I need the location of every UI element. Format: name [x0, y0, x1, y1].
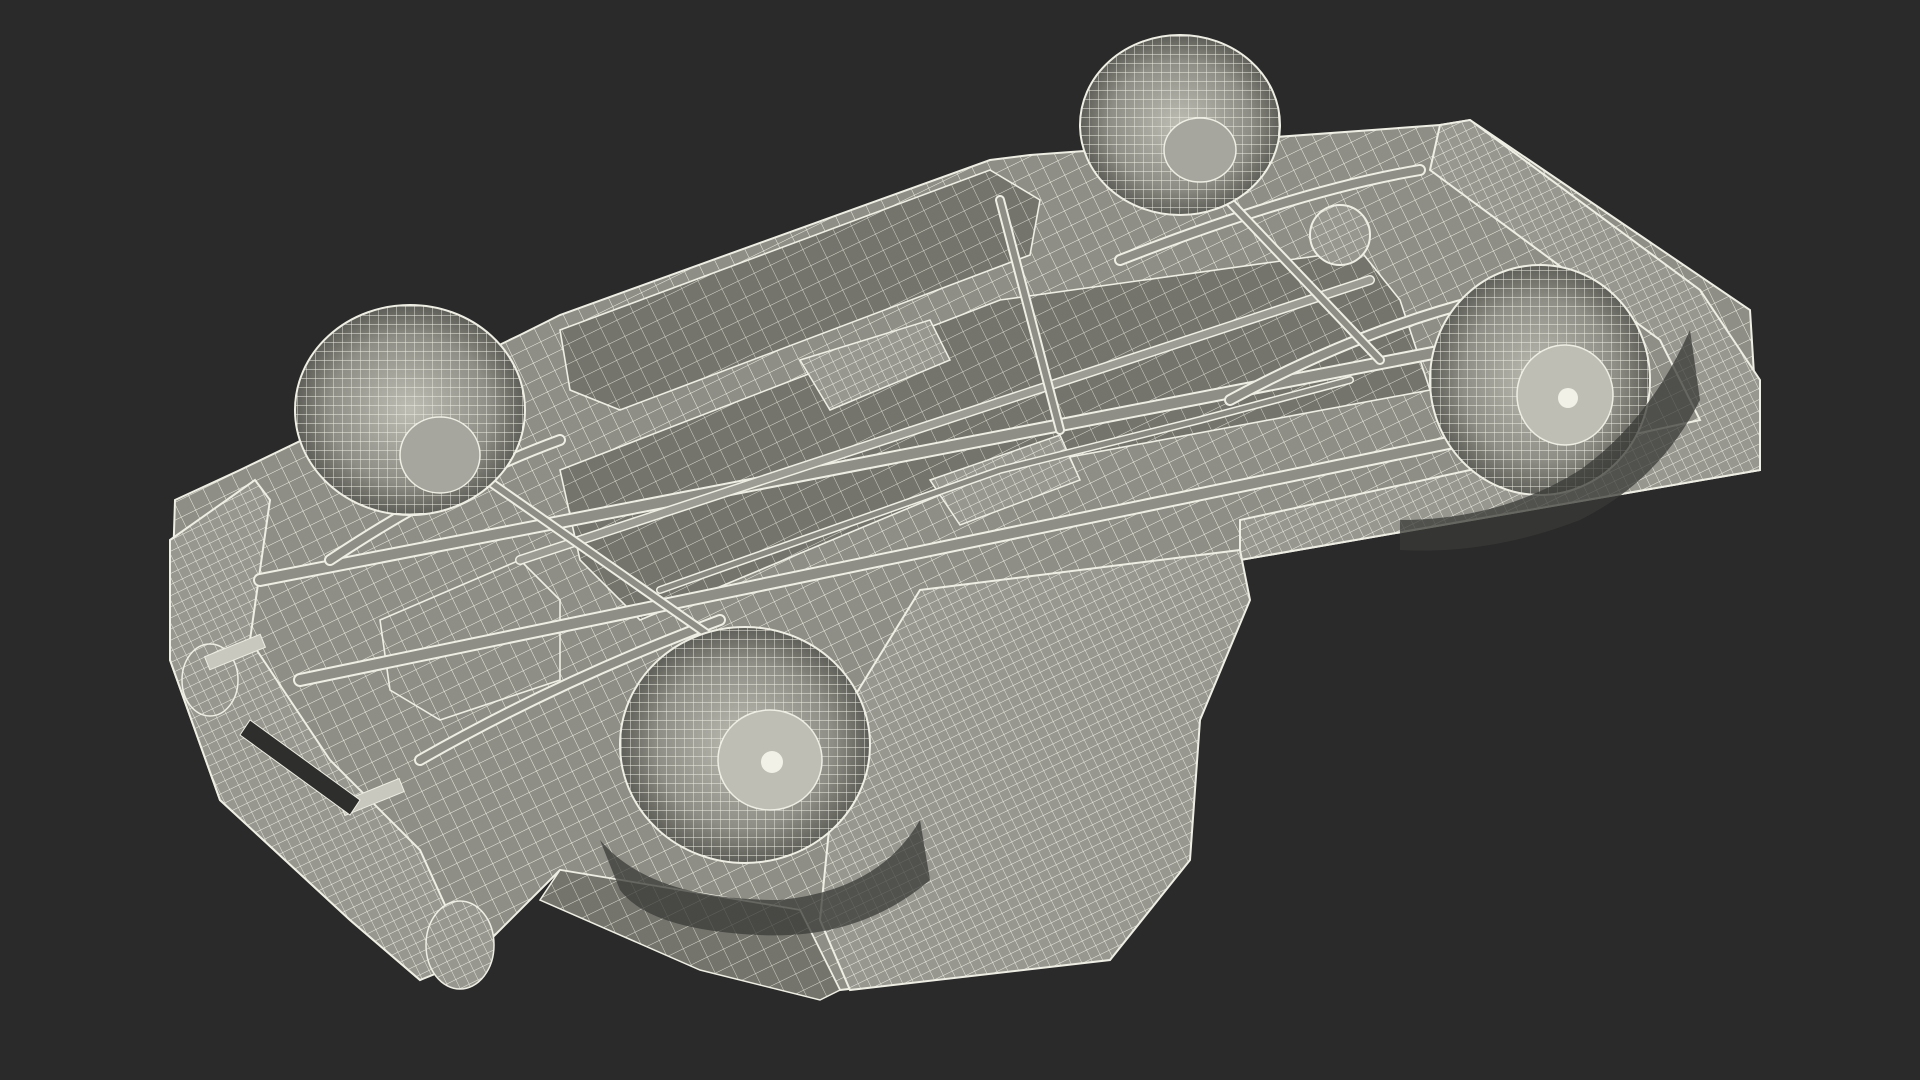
wheel-front-bottom — [619, 626, 871, 864]
wheel-front-left — [294, 304, 526, 516]
wheel-rear-top — [1079, 34, 1281, 216]
differential — [1309, 204, 1371, 266]
headlight-right — [425, 900, 495, 990]
viewport — [0, 0, 1920, 1080]
wireframe-render — [168, 34, 1762, 1001]
